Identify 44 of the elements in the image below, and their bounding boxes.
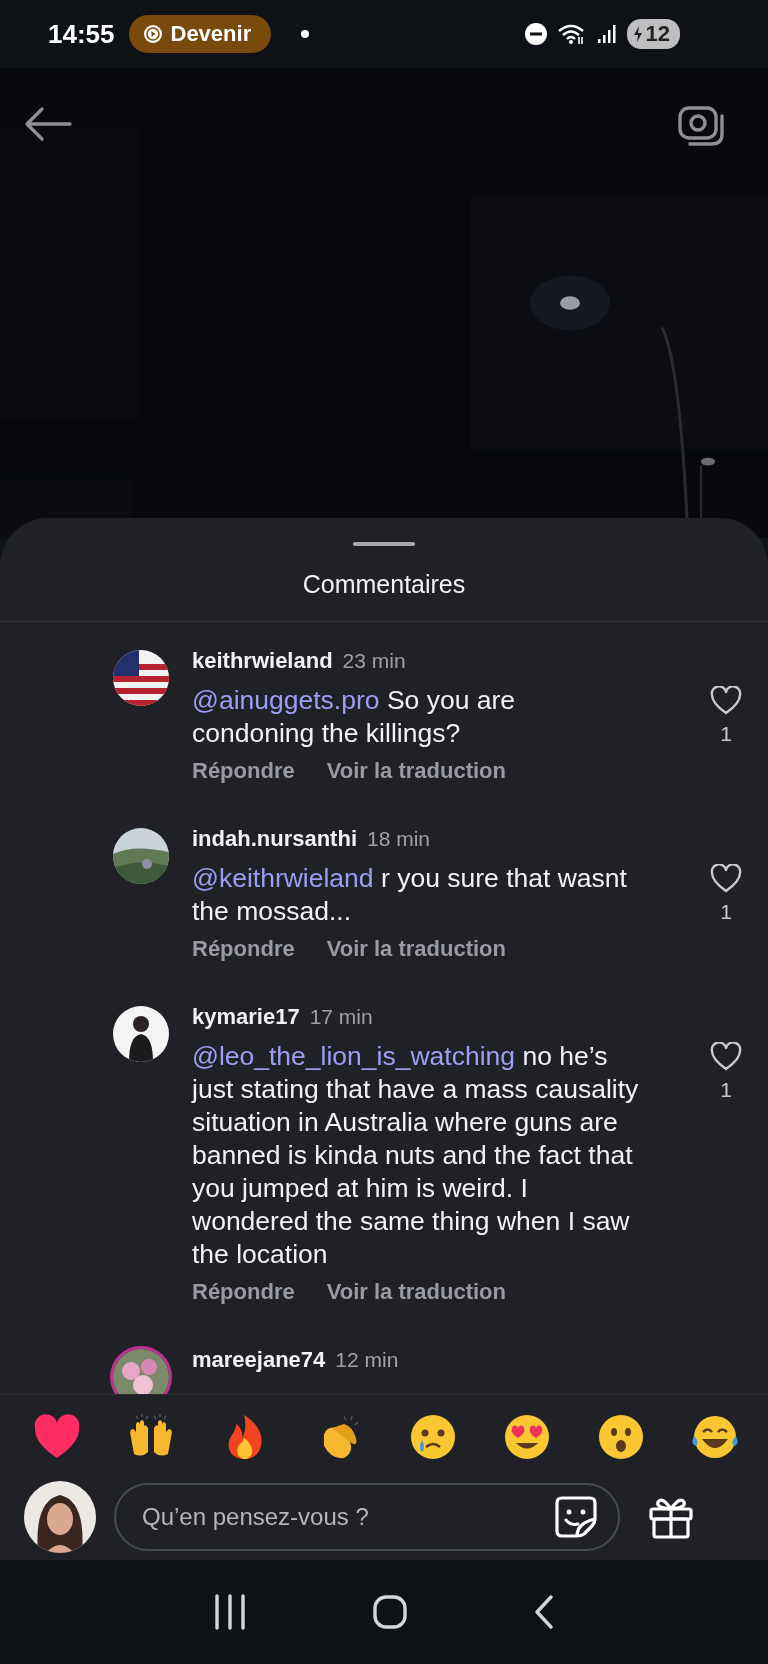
username[interactable]: indah.nursanthi <box>192 826 357 852</box>
notification-dot-icon <box>301 30 310 38</box>
play-icon <box>142 24 163 44</box>
sheet-title: Commentaires <box>0 546 768 622</box>
recent-apps-icon[interactable] <box>212 1594 247 1630</box>
comment-text: @leo_the_lion_is_watching no he’s just stating that have a mass causality situation in Australia where guns are banned is kinda nuts and the fact that you jumped at him is weird. I wondered the same thing when I saw the location <box>192 1040 640 1271</box>
translate-link[interactable]: Voir la traduction <box>326 1279 506 1305</box>
username[interactable]: mareejane74 <box>192 1347 326 1373</box>
comment-time: 12 min <box>335 1348 399 1372</box>
username[interactable]: kymarie17 <box>192 1004 300 1030</box>
mention-link[interactable]: @ainuggets.pro <box>192 685 380 715</box>
like-count: 1 <box>720 900 732 924</box>
translate-link[interactable]: Voir la traduction <box>326 936 506 962</box>
comment-time: 18 min <box>367 827 431 851</box>
mention-link[interactable]: @leo_the_lion_is_watching <box>192 1041 516 1071</box>
recording-pill[interactable]: Devenir <box>128 15 272 53</box>
comment-time: 17 min <box>309 1005 373 1029</box>
comment-time: 23 min <box>342 649 406 673</box>
like-count: 1 <box>720 722 732 746</box>
back-icon[interactable] <box>533 1594 556 1630</box>
crying-face-icon[interactable] <box>408 1412 458 1462</box>
username[interactable]: keithrwieland <box>192 648 333 674</box>
comment-text: @keithrwieland r you sure that wasnt the mossad... <box>192 862 628 928</box>
drag-handle[interactable] <box>353 542 415 546</box>
heart-icon[interactable] <box>710 1042 742 1072</box>
heart-icon[interactable] <box>710 686 742 716</box>
like-count: 1 <box>720 1078 732 1102</box>
comment-text: @ainuggets.pro So you are condoning the killings? <box>192 684 517 750</box>
comment-input[interactable]: Qu’en pensez-vous ? <box>114 1482 620 1551</box>
mention-link[interactable]: @keithrwieland <box>192 863 374 893</box>
reply-link[interactable]: Répondre <box>192 1279 295 1305</box>
translate-link[interactable]: Voir la traduction <box>326 758 506 784</box>
sticker-icon[interactable] <box>554 1494 598 1539</box>
back-arrow-icon[interactable] <box>24 106 72 142</box>
reply-link[interactable]: Répondre <box>192 758 295 784</box>
surprised-face-icon[interactable] <box>596 1412 646 1462</box>
home-icon[interactable] <box>372 1594 408 1630</box>
do-not-disturb-icon <box>524 23 547 45</box>
battery-indicator: 12 <box>626 19 680 49</box>
reply-link[interactable]: Répondre <box>192 936 295 962</box>
heart-icon[interactable] <box>710 864 742 894</box>
clock: 14:55 <box>48 18 115 50</box>
heart-eyes-face-icon[interactable] <box>502 1412 552 1462</box>
signal-icon <box>596 24 617 44</box>
